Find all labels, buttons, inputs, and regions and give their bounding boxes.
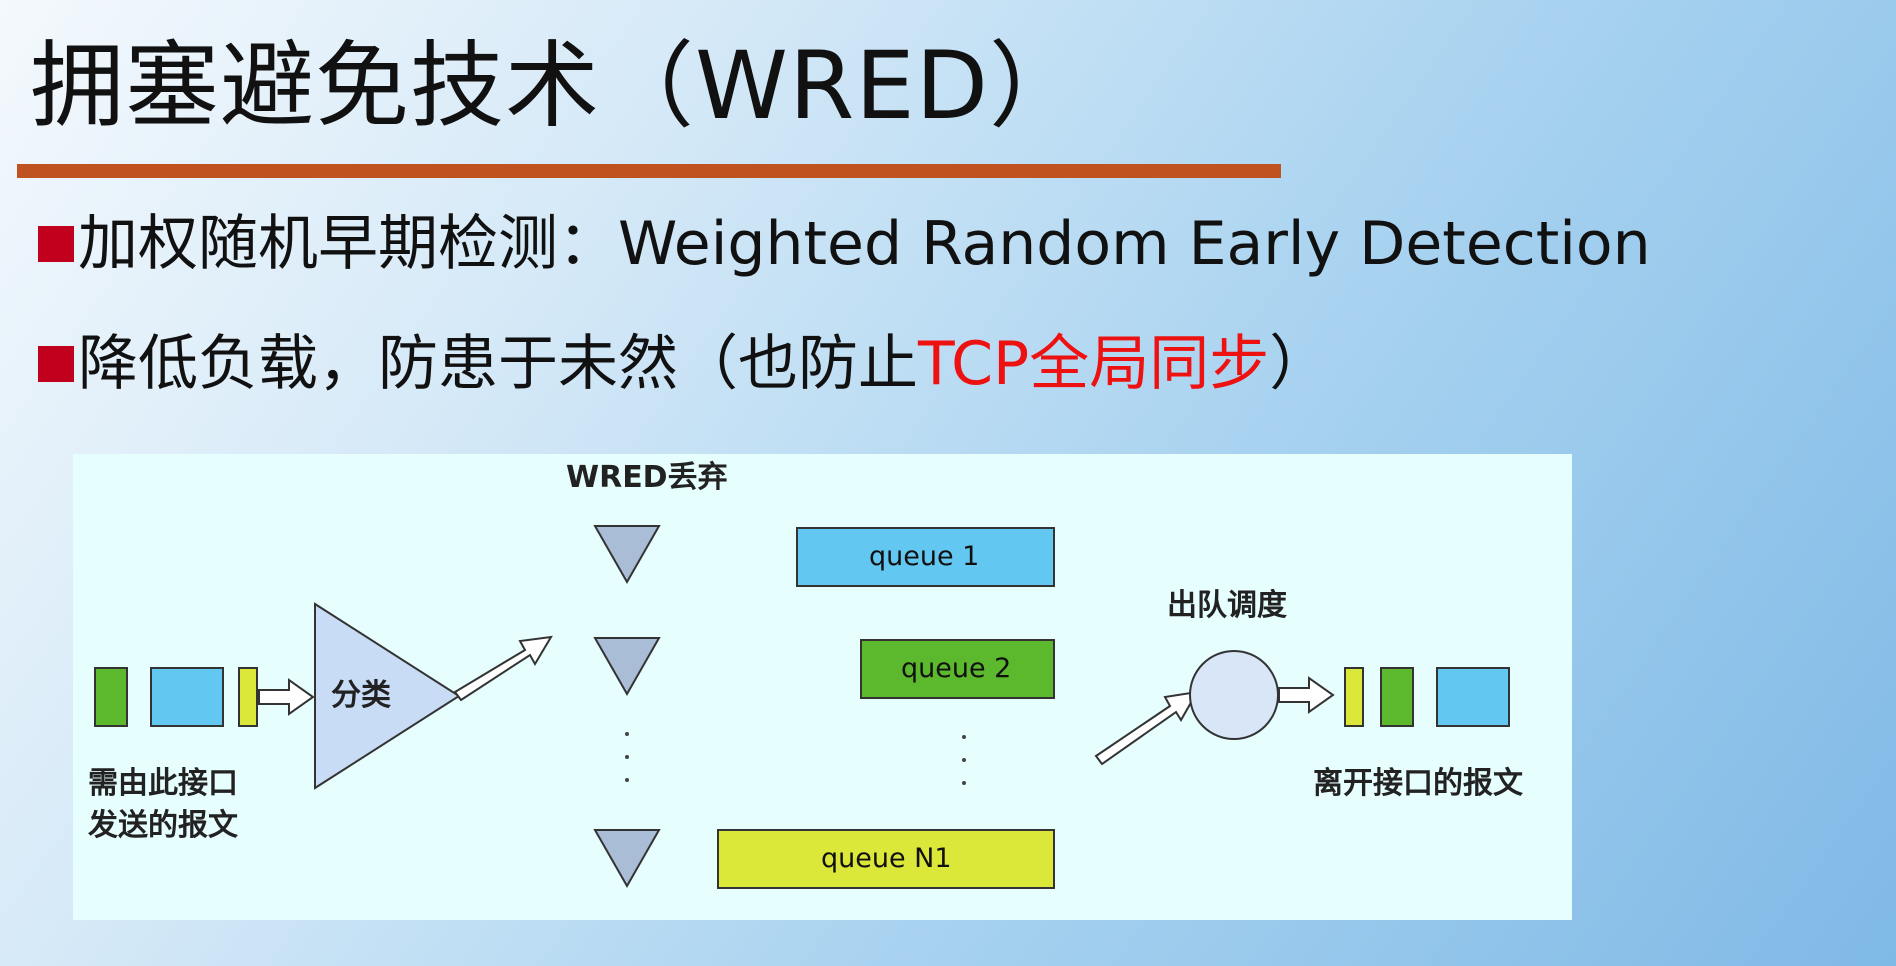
output-packet-green [1380,667,1414,727]
input-packet-blue [150,667,224,727]
queue-2-label: queue 2 [901,653,1012,684]
bullet-text-end: ） [1269,329,1330,399]
bullet-text: 降低负载，防患于未然（也防止 [78,329,918,399]
scheduler-circle [1189,650,1279,740]
wred-drop-triangle-2 [593,637,661,697]
input-packets-label-1: 需由此接口 [88,766,238,801]
output-arrow-icon [1278,676,1335,714]
input-arrow-icon [258,678,315,716]
bullet-item: 加权随机早期检测：Weighted Random Early Detection [38,206,1651,282]
bullet-text: 加权随机早期检测：Weighted Random Early Detection [78,209,1651,279]
title-underline [17,164,1281,178]
output-packet-yellow [1344,667,1364,727]
scheduler-label: 出队调度 [1167,588,1287,623]
output-packets-label: 离开接口的报文 [1313,766,1523,801]
slide-title: 拥塞避免技术（WRED） [30,32,1085,141]
wred-drop-label: WRED丢弃 [566,460,728,495]
input-packets-label-2: 发送的报文 [88,808,238,843]
input-packet-green [94,667,128,727]
bullet-item: 降低负载，防患于未然（也防止 TCP全局同步） [38,326,1329,402]
scheduler-in-arrow-icon [1094,690,1199,766]
bullet-square-icon [38,346,74,382]
wred-drop-triangle-1 [593,525,661,585]
wred-diagram: WRED丢弃 分类 出队调度 需由此接口 发送的报文 离开接口的报文 queue… [73,454,1572,920]
output-packet-blue [1436,667,1510,727]
bullet-highlight: TCP全局同步 [918,329,1270,399]
queue-ellipsis [962,735,966,785]
wred-drop-triangle-3 [593,829,661,889]
queue-n1-label: queue N1 [821,843,952,874]
input-packet-yellow [238,667,258,727]
classify-out-arrow-icon [453,635,553,702]
queue-1-label: queue 1 [869,541,980,572]
wred-ellipsis [625,732,629,782]
classify-label: 分类 [331,678,391,713]
bullet-square-icon [38,226,74,262]
